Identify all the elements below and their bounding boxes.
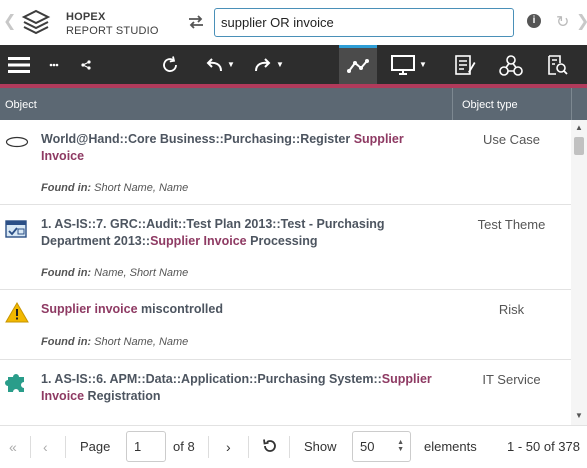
test-theme-icon — [5, 220, 27, 238]
undo-icon[interactable]: ▼ — [200, 45, 240, 84]
object-type: Use Case — [482, 132, 541, 147]
it-service-puzzle-icon — [5, 374, 24, 392]
menu-icon[interactable] — [0, 45, 38, 84]
page-count: of 8 — [173, 439, 195, 454]
report-search-icon[interactable] — [540, 45, 574, 84]
row-title[interactable]: World@Hand::Core Business::Purchasing::R… — [41, 131, 441, 165]
notes-icon[interactable] — [448, 45, 482, 84]
title-text: miscontrolled — [137, 302, 223, 316]
pager-divider — [30, 436, 31, 458]
page-label: Page — [80, 439, 111, 454]
scroll-thumb[interactable] — [574, 137, 584, 155]
title-highlight: Supplier invoice — [41, 302, 138, 316]
undo-dropdown-icon[interactable]: ▼ — [227, 60, 235, 69]
results-list: World@Hand::Core Business::Purchasing::R… — [0, 120, 571, 425]
page-number-input[interactable]: 1 — [126, 431, 166, 462]
found-in: Found in: Name, Short Name — [41, 267, 188, 279]
brand-name: HOPEX — [66, 11, 106, 23]
redo-dropdown-icon[interactable]: ▼ — [276, 60, 284, 69]
brand-subtitle: REPORT STUDIO — [66, 25, 159, 37]
table-row[interactable]: World@Hand::Core Business::Purchasing::R… — [0, 120, 571, 205]
table-row[interactable]: Supplier invoice miscontrolled Found in:… — [0, 290, 571, 360]
swap-icon[interactable] — [186, 12, 206, 32]
row-title[interactable]: 1. AS-IS::6. APM::Data::Application::Pur… — [41, 371, 441, 405]
first-page-icon[interactable]: « — [9, 439, 17, 455]
pager-divider — [289, 436, 290, 458]
column-header-object-type[interactable]: Object type — [462, 99, 518, 111]
object-type: Test Theme — [477, 217, 546, 232]
share-icon[interactable] — [76, 45, 96, 84]
monitor-icon[interactable]: ▼ — [384, 45, 434, 84]
nav-forward-icon[interactable]: ❯ — [576, 11, 587, 31]
found-in-value: Name, Short Name — [91, 267, 189, 279]
app-header: ❮ HOPEX REPORT STUDIO i ↻ ❯ — [0, 0, 587, 45]
table-row[interactable]: 1. AS-IS::7. GRC::Audit::Test Plan 2013:… — [0, 205, 571, 290]
found-in-value: Short Name, Name — [91, 336, 189, 348]
title-text: 1. AS-IS::6. APM::Data::Application::Pur… — [41, 372, 382, 386]
use-case-icon — [5, 136, 29, 148]
found-in-label: Found in: — [41, 182, 92, 194]
title-text: Processing — [246, 234, 318, 248]
found-in-label: Found in: — [41, 267, 92, 279]
page-size-select[interactable]: 50 ▲ ▼ — [352, 431, 411, 462]
hopex-logo-icon — [21, 9, 51, 35]
risk-warning-icon — [5, 302, 29, 323]
title-highlight: Supplier Invoice — [150, 234, 247, 248]
found-in-label: Found in: — [41, 336, 92, 348]
scroll-down-icon[interactable]: ▼ — [575, 411, 583, 420]
vertical-scrollbar[interactable]: ▲ ▼ — [571, 120, 587, 425]
column-divider[interactable] — [571, 88, 572, 120]
nav-back-icon[interactable]: ❮ — [3, 11, 16, 31]
reload-icon[interactable] — [262, 438, 278, 454]
info-icon[interactable]: i — [527, 14, 541, 28]
show-label: Show — [304, 439, 337, 454]
redo-icon[interactable]: ▼ — [248, 45, 290, 84]
stepper-arrows-icon[interactable]: ▲ ▼ — [397, 439, 404, 453]
object-type: IT Service — [482, 372, 541, 387]
column-divider[interactable] — [452, 88, 453, 120]
graph-icon[interactable] — [339, 45, 377, 84]
scroll-up-icon[interactable]: ▲ — [575, 123, 583, 132]
row-title[interactable]: 1. AS-IS::7. GRC::Audit::Test Plan 2013:… — [41, 216, 441, 250]
found-in: Found in: Short Name, Name — [41, 336, 188, 348]
elements-label: elements — [424, 439, 477, 454]
title-text: Registration — [84, 389, 161, 403]
toolbar: ▼ ▼ ▼ — [0, 45, 587, 88]
brand-title: HOPEX REPORT STUDIO — [66, 10, 159, 38]
table-header: Object Object type — [0, 88, 587, 120]
more-icon[interactable] — [44, 45, 64, 84]
pager-divider — [65, 436, 66, 458]
pagination-bar: « ‹ Page 1 of 8 › Show 50 ▲ ▼ elements 1 … — [0, 425, 587, 468]
search-input[interactable] — [214, 8, 514, 37]
object-type: Risk — [498, 302, 525, 317]
loading-spinner-icon: ↻ — [556, 14, 570, 31]
pager-divider — [208, 436, 209, 458]
page-size-value: 50 — [360, 439, 375, 454]
found-in-value: Short Name, Name — [91, 182, 189, 194]
monitor-dropdown-icon[interactable]: ▼ — [419, 60, 427, 69]
results-range: 1 - 50 of 378 — [507, 439, 580, 454]
table-row[interactable]: 1. AS-IS::6. APM::Data::Application::Pur… — [0, 360, 571, 425]
pager-divider — [248, 436, 249, 458]
network-icon[interactable] — [494, 45, 528, 84]
title-text: World@Hand::Core Business::Purchasing::R… — [41, 132, 354, 146]
next-page-icon[interactable]: › — [226, 439, 231, 455]
previous-page-icon[interactable]: ‹ — [43, 439, 48, 455]
refresh-icon[interactable] — [157, 45, 183, 84]
row-title[interactable]: Supplier invoice miscontrolled — [41, 301, 441, 318]
column-header-object[interactable]: Object — [5, 99, 37, 111]
found-in: Found in: Short Name, Name — [41, 182, 188, 194]
